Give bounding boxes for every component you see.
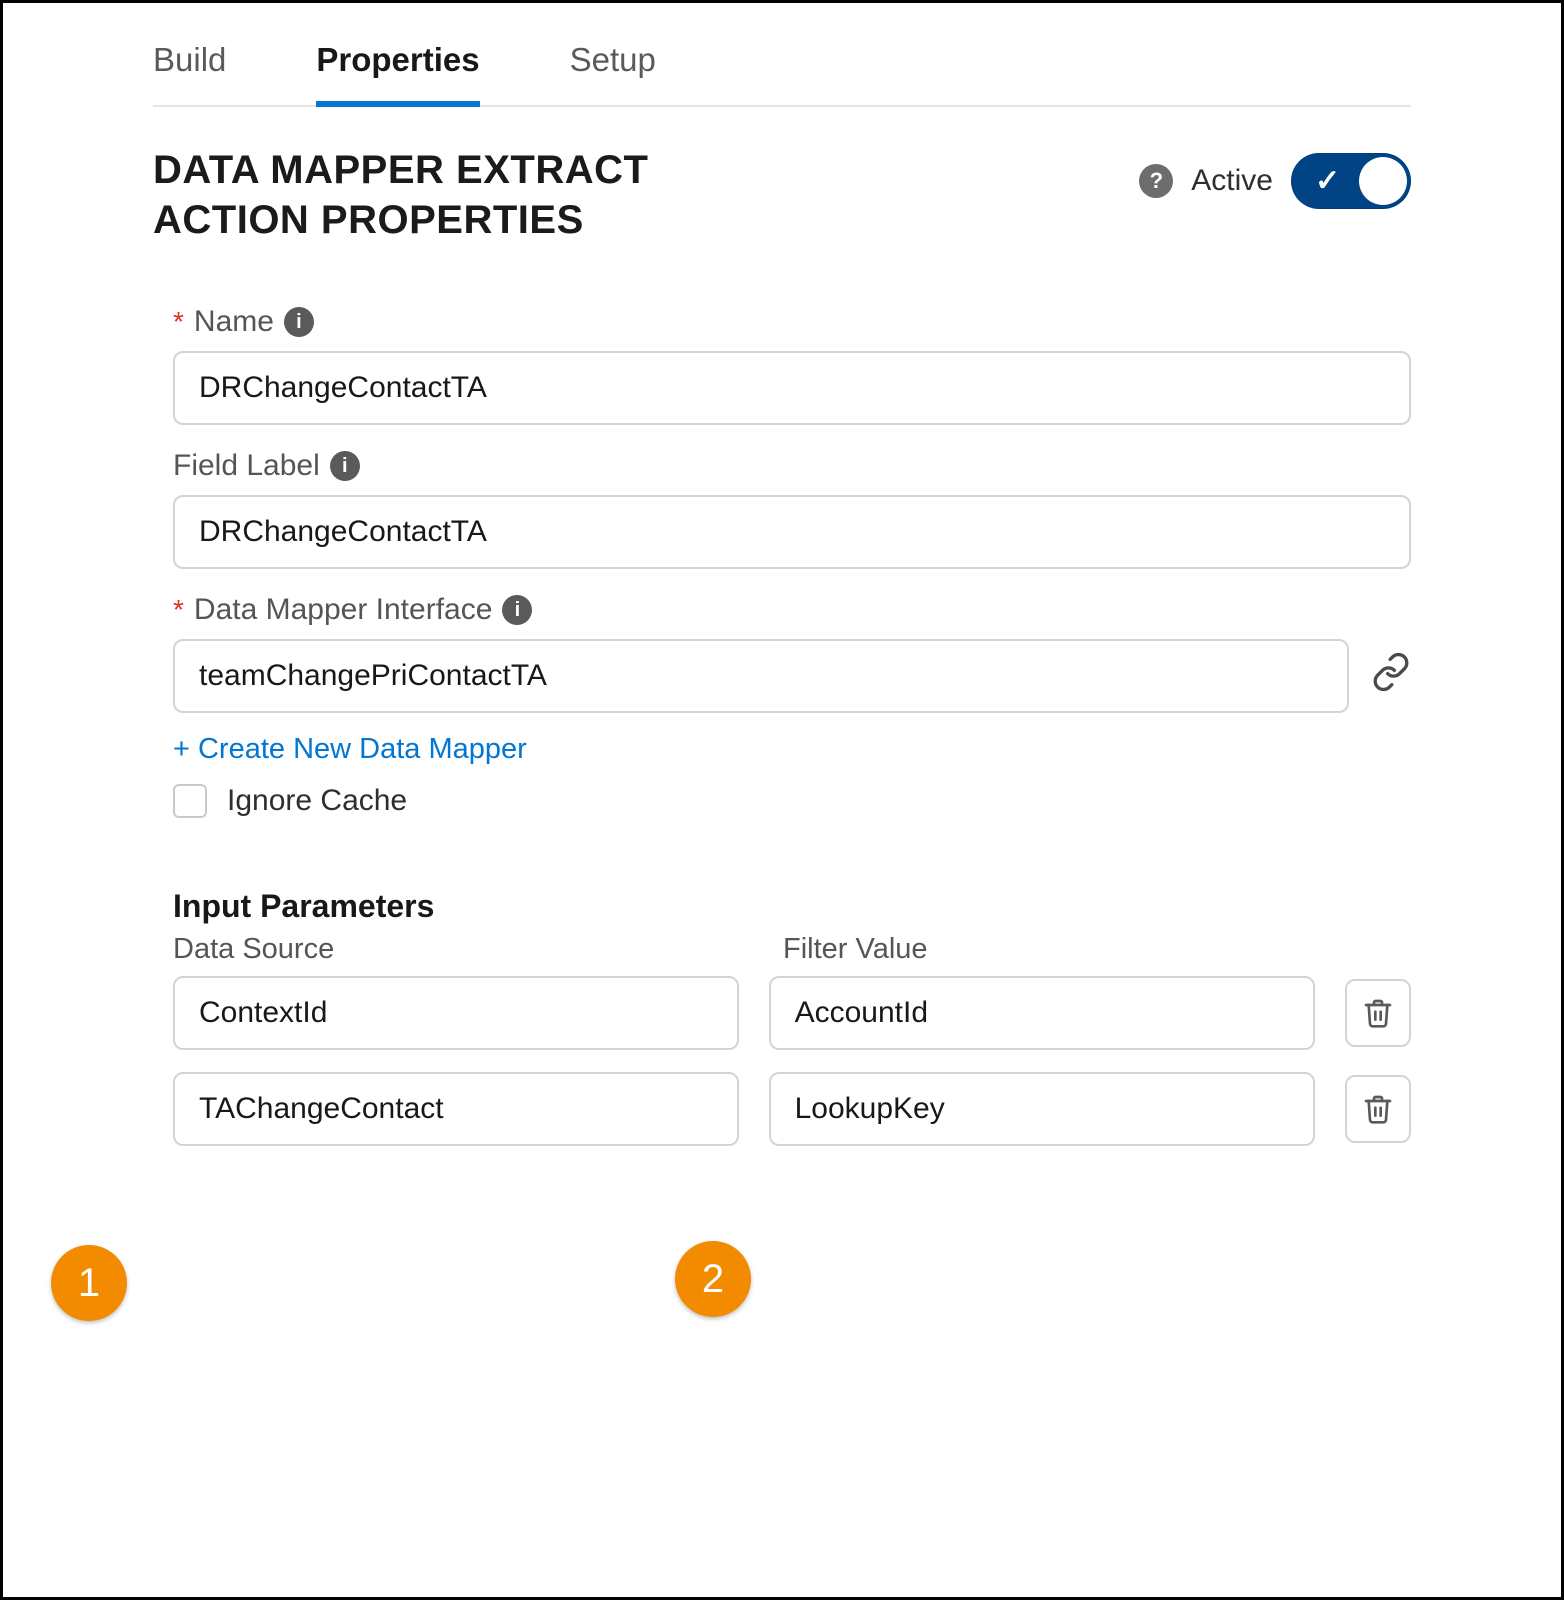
dm-interface-input[interactable] [173,639,1349,713]
filter-value-input[interactable] [769,976,1315,1050]
trash-icon [1362,997,1394,1029]
toggle-knob [1359,157,1407,205]
active-label: Active [1191,164,1273,198]
required-marker: * [173,306,184,338]
check-icon: ✓ [1315,164,1340,199]
data-source-input[interactable] [173,1072,739,1146]
fieldlabel-label: Field Label [173,449,320,483]
tab-setup[interactable]: Setup [570,35,656,105]
name-label: Name [194,305,274,339]
ignore-cache-checkbox[interactable] [173,784,207,818]
param-row [173,1072,1411,1146]
ignore-cache-label: Ignore Cache [227,784,407,818]
delete-row-button[interactable] [1345,979,1411,1047]
data-source-col-header: Data Source [173,933,753,966]
required-marker: * [173,594,184,626]
info-icon[interactable]: i [330,451,360,481]
page-title: DATA MAPPER EXTRACT ACTION PROPERTIES [153,145,793,245]
active-toggle[interactable]: ✓ [1291,153,1411,209]
callout-2: 2 [675,1241,751,1317]
tab-bar: Build Properties Setup [153,33,1411,107]
data-source-input[interactable] [173,976,739,1050]
dm-interface-label: Data Mapper Interface [194,593,493,627]
filter-value-input[interactable] [769,1072,1315,1146]
info-icon[interactable]: i [284,307,314,337]
delete-row-button[interactable] [1345,1075,1411,1143]
info-icon[interactable]: i [502,595,532,625]
name-input[interactable] [173,351,1411,425]
link-icon[interactable] [1371,652,1411,701]
callout-1: 1 [51,1245,127,1321]
filter-value-col-header: Filter Value [783,933,1343,966]
input-parameters-heading: Input Parameters [173,888,1411,925]
param-row [173,976,1411,1050]
create-new-data-mapper-link[interactable]: + Create New Data Mapper [173,733,527,766]
trash-icon [1362,1093,1394,1125]
help-icon[interactable]: ? [1139,164,1173,198]
fieldlabel-input[interactable] [173,495,1411,569]
tab-properties[interactable]: Properties [316,35,479,107]
tab-build[interactable]: Build [153,35,226,105]
